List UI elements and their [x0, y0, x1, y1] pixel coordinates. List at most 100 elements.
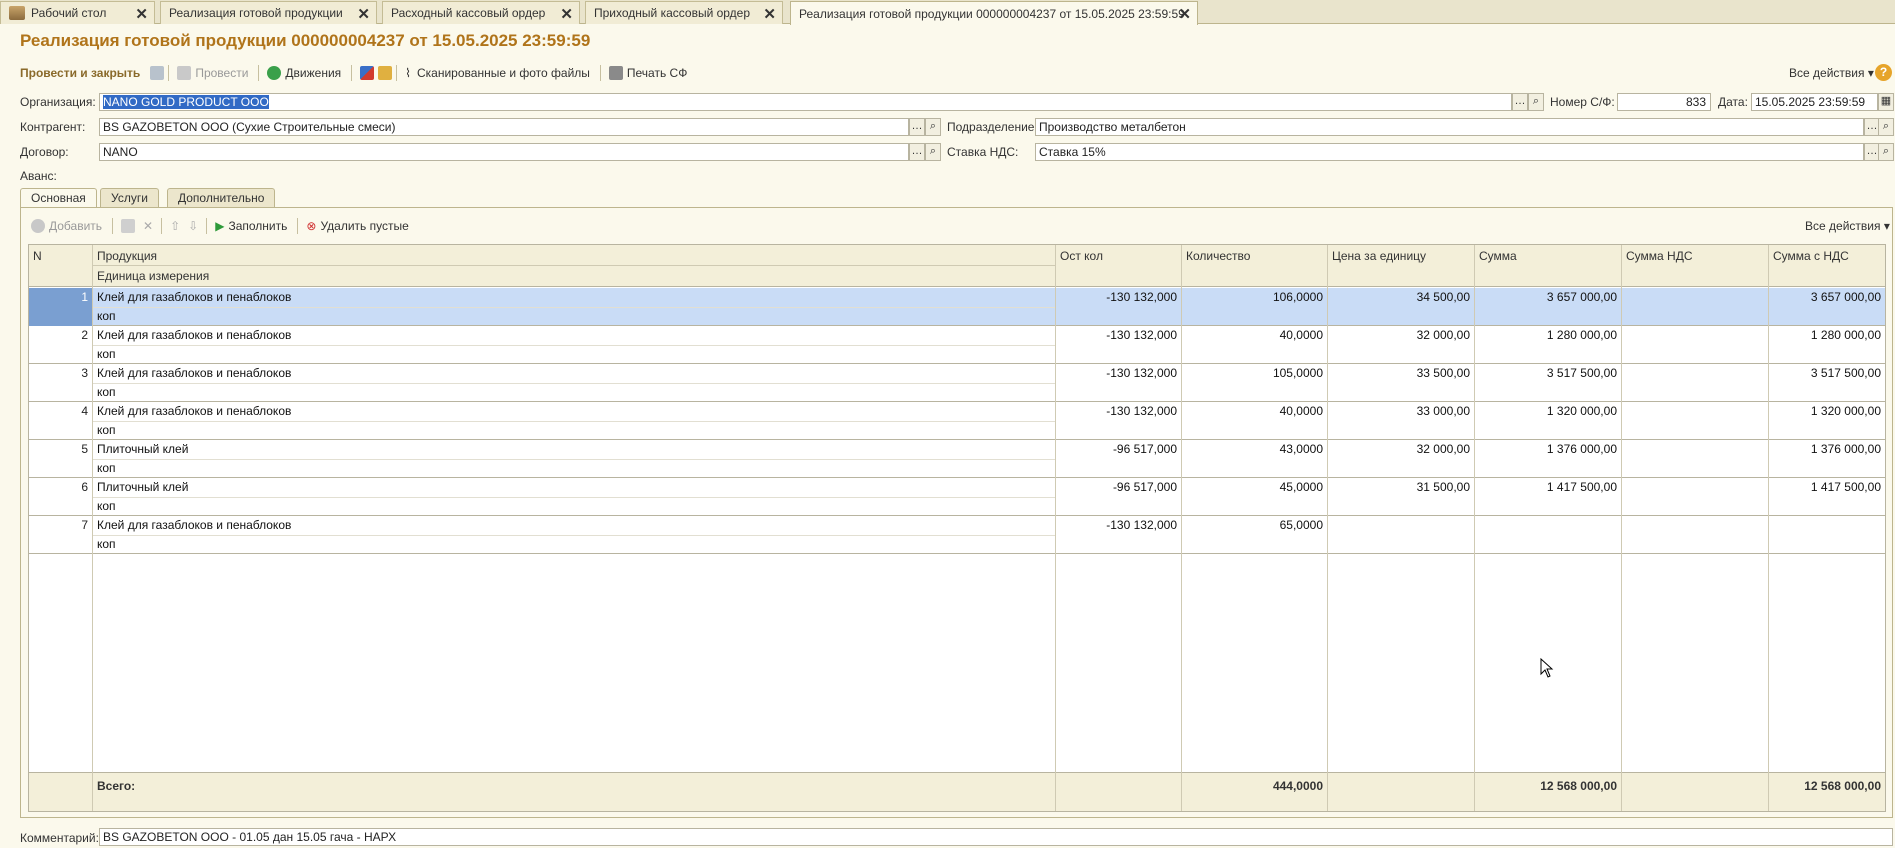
fill-button[interactable]: ▶ Заполнить: [215, 219, 287, 233]
tab-main[interactable]: Основная: [20, 188, 97, 208]
search-icon[interactable]: ⌕: [925, 143, 941, 161]
post-and-close-button[interactable]: Провести и закрыть: [20, 66, 140, 80]
sum-cell[interactable]: 3 657 000,00: [1475, 290, 1621, 304]
table-row[interactable]: 5 Плиточный клей коп -96 517,000 43,0000 32 0…: [29, 440, 1885, 478]
row-number[interactable]: 1: [29, 288, 92, 326]
unit-cell[interactable]: коп: [97, 423, 116, 437]
col-unit[interactable]: Единица измерения: [93, 269, 209, 283]
row-number[interactable]: 3: [29, 364, 92, 402]
unit-cell[interactable]: коп: [97, 309, 116, 323]
vat-rate-field[interactable]: Ставка 15%: [1035, 143, 1864, 161]
row-number[interactable]: 5: [29, 440, 92, 478]
stock-cell[interactable]: -130 132,000: [1056, 290, 1181, 304]
help-icon[interactable]: ?: [1875, 64, 1892, 81]
product-cell[interactable]: Клей для газаблоков и пенаблоков: [97, 404, 291, 418]
post-button[interactable]: Провести: [177, 66, 248, 80]
col-stock[interactable]: Ост кол: [1056, 249, 1103, 263]
price-cell[interactable]: 32 000,00: [1328, 328, 1474, 342]
products-table[interactable]: N Продукция Единица измерения Ост кол Ко…: [28, 244, 1886, 812]
product-cell[interactable]: Клей для газаблоков и пенаблоков: [97, 290, 291, 304]
unit-cell[interactable]: коп: [97, 347, 116, 361]
movements-button[interactable]: Движения: [267, 66, 341, 80]
delete-empty-button[interactable]: ⊗ Удалить пустые: [306, 219, 408, 233]
tab-sales-list[interactable]: Реализация готовой продукции ✕: [160, 1, 377, 24]
price-cell[interactable]: 34 500,00: [1328, 290, 1474, 304]
org-select-button[interactable]: …: [1512, 93, 1528, 111]
row-number[interactable]: 6: [29, 478, 92, 516]
search-icon[interactable]: ⌕: [1878, 143, 1894, 161]
tab-additional[interactable]: Дополнительно: [167, 188, 276, 207]
price-cell[interactable]: 32 000,00: [1328, 442, 1474, 456]
save-icon[interactable]: [150, 66, 165, 80]
unit-cell[interactable]: коп: [97, 537, 116, 551]
division-field[interactable]: Производство металбетон: [1035, 118, 1864, 136]
product-cell[interactable]: Клей для газаблоков и пенаблоков: [97, 328, 291, 342]
product-cell[interactable]: Плиточный клей: [97, 442, 188, 456]
stock-cell[interactable]: -130 132,000: [1056, 366, 1181, 380]
qty-cell[interactable]: 40,0000: [1182, 328, 1327, 342]
date-field[interactable]: 15.05.2025 23:59:59: [1751, 93, 1878, 111]
stock-cell[interactable]: -96 517,000: [1056, 480, 1181, 494]
sum-with-vat-cell[interactable]: 3 657 000,00: [1769, 290, 1885, 304]
organization-field[interactable]: NANO GOLD PRODUCT OOO: [99, 93, 1512, 111]
table-row[interactable]: 6 Плиточный клей коп -96 517,000 45,0000 31 5…: [29, 478, 1885, 516]
close-icon[interactable]: ✕: [135, 5, 148, 23]
price-cell[interactable]: 33 000,00: [1328, 404, 1474, 418]
tab-services[interactable]: Услуги: [100, 188, 159, 207]
col-price[interactable]: Цена за единицу: [1328, 249, 1426, 263]
contract-select-button[interactable]: …: [909, 143, 925, 161]
sum-cell[interactable]: 1 376 000,00: [1475, 442, 1621, 456]
qty-cell[interactable]: 40,0000: [1182, 404, 1327, 418]
sum-cell[interactable]: 3 517 500,00: [1475, 366, 1621, 380]
table-row[interactable]: 7 Клей для газаблоков и пенаблоков коп -130…: [29, 516, 1885, 554]
sum-cell[interactable]: 1 320 000,00: [1475, 404, 1621, 418]
report-icon[interactable]: [378, 66, 393, 80]
sum-with-vat-cell[interactable]: 1 376 000,00: [1769, 442, 1885, 456]
col-product[interactable]: Продукция: [93, 249, 157, 263]
sum-with-vat-cell[interactable]: 3 517 500,00: [1769, 366, 1885, 380]
col-qty[interactable]: Количество: [1182, 249, 1250, 263]
col-vat-sum[interactable]: Сумма НДС: [1622, 249, 1693, 263]
qty-cell[interactable]: 45,0000: [1182, 480, 1327, 494]
product-cell[interactable]: Плиточный клей: [97, 480, 188, 494]
tab-income-order[interactable]: Приходный кассовый ордер ✕: [585, 1, 783, 24]
sf-number-field[interactable]: 833: [1617, 93, 1711, 111]
copy-icon[interactable]: [121, 219, 136, 233]
sum-with-vat-cell[interactable]: 1 417 500,00: [1769, 480, 1885, 494]
sum-with-vat-cell[interactable]: 1 320 000,00: [1769, 404, 1885, 418]
search-icon[interactable]: ⌕: [1878, 118, 1894, 136]
counterparty-field[interactable]: BS GAZOBETON OOO (Сухие Строительные сме…: [99, 118, 909, 136]
sum-cell[interactable]: 1 280 000,00: [1475, 328, 1621, 342]
unit-cell[interactable]: коп: [97, 385, 116, 399]
table-row[interactable]: 4 Клей для газаблоков и пенаблоков коп -130…: [29, 402, 1885, 440]
product-cell[interactable]: Клей для газаблоков и пенаблоков: [97, 518, 291, 532]
table-row[interactable]: 3 Клей для газаблоков и пенаблоков коп -130…: [29, 364, 1885, 402]
price-cell[interactable]: 31 500,00: [1328, 480, 1474, 494]
unit-cell[interactable]: коп: [97, 461, 116, 475]
move-up-icon[interactable]: ⇧: [170, 219, 180, 233]
sum-cell[interactable]: 1 417 500,00: [1475, 480, 1621, 494]
qty-cell[interactable]: 65,0000: [1182, 518, 1327, 532]
dt-kt-icon[interactable]: [360, 66, 375, 80]
product-cell[interactable]: Клей для газаблоков и пенаблоков: [97, 366, 291, 380]
table-all-actions-menu[interactable]: Все действия ▾: [1805, 219, 1890, 233]
table-row[interactable]: 1 Клей для газаблоков и пенаблоков коп -130…: [29, 288, 1885, 326]
stock-cell[interactable]: -130 132,000: [1056, 404, 1181, 418]
comment-field[interactable]: BS GAZOBETON OOO - 01.05 дан 15.05 гача …: [99, 828, 1893, 846]
tab-expense-order[interactable]: Расходный кассовый ордер ✕: [382, 1, 580, 24]
close-icon[interactable]: ✕: [1178, 5, 1191, 23]
search-icon[interactable]: ⌕: [925, 118, 941, 136]
qty-cell[interactable]: 43,0000: [1182, 442, 1327, 456]
print-sf-button[interactable]: Печать СФ: [608, 66, 687, 80]
close-icon[interactable]: ✕: [560, 5, 573, 23]
price-cell[interactable]: 33 500,00: [1328, 366, 1474, 380]
qty-cell[interactable]: 105,0000: [1182, 366, 1327, 380]
stock-cell[interactable]: -96 517,000: [1056, 442, 1181, 456]
add-row-button[interactable]: Добавить: [31, 219, 102, 233]
stock-cell[interactable]: -130 132,000: [1056, 518, 1181, 532]
stock-cell[interactable]: -130 132,000: [1056, 328, 1181, 342]
row-number[interactable]: 4: [29, 402, 92, 440]
row-number[interactable]: 2: [29, 326, 92, 364]
unit-cell[interactable]: коп: [97, 499, 116, 513]
close-icon[interactable]: ✕: [763, 5, 776, 23]
